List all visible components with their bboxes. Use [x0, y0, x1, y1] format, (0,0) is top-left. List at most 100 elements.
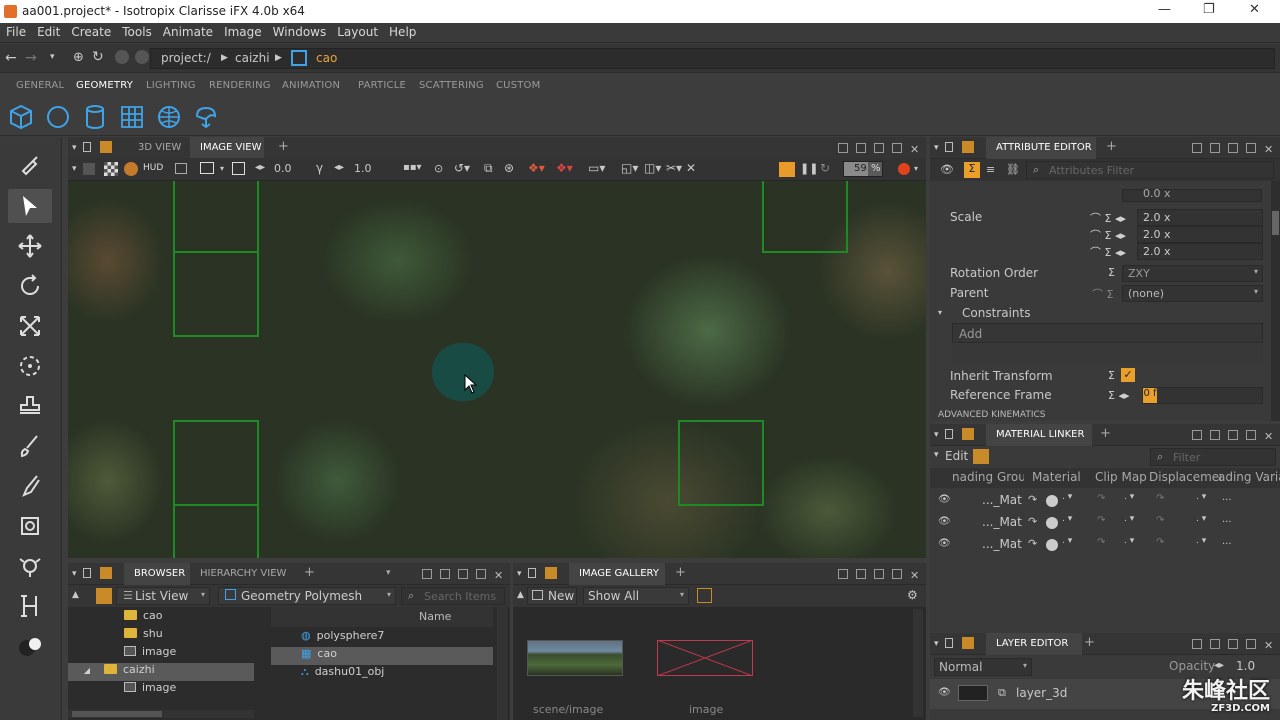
pivot-icon[interactable]	[15, 351, 45, 381]
attributes-filter-input[interactable]: ⌕ Attributes Filter	[1026, 161, 1274, 179]
play-render-icon[interactable]	[779, 162, 795, 177]
eye-icon[interactable]: 👁	[938, 516, 951, 527]
add-tab-icon[interactable]: +	[675, 565, 686, 580]
tab-dropdown-icon[interactable]: ▾	[386, 568, 391, 578]
tab-image-gallery[interactable]: IMAGE GALLERY	[579, 568, 659, 579]
col-displacement[interactable]: Displacemen	[1149, 470, 1221, 484]
gallery-menu-icon[interactable]: ▾	[517, 569, 522, 579]
tab-rendering[interactable]: RENDERING	[209, 80, 271, 91]
eye-icon[interactable]: 👁	[940, 163, 954, 176]
sphere-icon[interactable]	[45, 104, 71, 130]
material-ball-icon[interactable]	[1046, 517, 1058, 529]
tab-3d-view[interactable]: 3D VIEW	[138, 142, 181, 153]
layout-rows-icon[interactable]	[1210, 143, 1220, 153]
minimize-panel-icon[interactable]	[1246, 639, 1256, 649]
path-segment-cao[interactable]: cao	[316, 51, 337, 65]
link-arrow-icon[interactable]: ↷	[1156, 515, 1164, 526]
rgb-channels-icon[interactable]: ❖▾	[528, 161, 545, 175]
new-image-button[interactable]: New	[527, 587, 577, 605]
gallery-thumbnail-render[interactable]	[527, 640, 623, 676]
more-icon[interactable]: ...	[1222, 514, 1232, 525]
layout-grid-icon[interactable]	[422, 569, 432, 579]
link-arrow-icon[interactable]: ↷	[1156, 493, 1164, 504]
move-icon[interactable]	[15, 231, 45, 261]
edit-menu[interactable]: Edit	[945, 449, 968, 463]
pick-icon[interactable]	[15, 149, 45, 179]
restart-render-icon[interactable]: ↻	[820, 161, 830, 175]
menu-file[interactable]: File	[0, 23, 31, 39]
maximize-icon[interactable]: ❐	[1203, 2, 1215, 17]
link-arrow-icon[interactable]: ↷	[1028, 515, 1037, 528]
gallery-thumbnail-empty[interactable]	[657, 640, 753, 676]
blend-mode-select[interactable]: Normal ▾	[934, 658, 1032, 676]
menu-edit[interactable]: Edit	[31, 23, 65, 39]
close-panel-icon[interactable]: ✕	[1264, 640, 1274, 651]
scale-icon[interactable]	[15, 311, 45, 341]
scissors-icon[interactable]: ✕	[686, 161, 696, 175]
add-tab-icon[interactable]: +	[1106, 139, 1117, 154]
ml-row[interactable]: 👁 ..._Mat ↷ . ▾ ↷ . ▾ ↷ . ▾ ...	[930, 512, 1280, 534]
ml-lock-icon[interactable]	[945, 429, 953, 439]
ml-tool-icon[interactable]	[973, 449, 989, 464]
attr-menu-icon[interactable]: ▾	[934, 143, 939, 153]
menu-image[interactable]: Image	[218, 23, 267, 39]
anim-sigma-icon[interactable]: ⌒ Σ ◂▸	[1090, 227, 1126, 243]
advanced-kinematics-section[interactable]: ADVANCED KINEMATICS	[938, 410, 1046, 420]
back-icon[interactable]: ←	[5, 50, 17, 66]
chevron-down-icon[interactable]: . ▾	[1196, 536, 1206, 546]
tab-attribute-editor[interactable]: ATTRIBUTE EDITOR	[996, 142, 1092, 153]
menu-layout[interactable]: Layout	[331, 23, 383, 39]
link-arrow-icon[interactable]: ↷	[1028, 493, 1037, 506]
filter-list-icon[interactable]: ≡	[986, 163, 995, 176]
tree-hscrollbar[interactable]	[68, 710, 254, 718]
pause-render-icon[interactable]: ❚❚	[800, 162, 818, 175]
expand-arrow-icon[interactable]: ◢	[68, 666, 90, 675]
tab-image-view[interactable]: IMAGE VIEW	[200, 142, 261, 153]
up-arrow-icon[interactable]: ▲	[72, 590, 79, 600]
path-segment-project[interactable]: project:/	[161, 51, 211, 65]
exposure-stepper-icon[interactable]: ◂▸	[255, 162, 265, 173]
scale-x-field[interactable]: 2.0 x	[1137, 209, 1263, 226]
opacity-stepper-icon[interactable]: ◂▸	[1214, 660, 1224, 671]
viewer-lock-icon[interactable]	[83, 142, 91, 152]
compare-icon[interactable]: ⧉	[484, 161, 493, 176]
menu-help[interactable]: Help	[383, 23, 421, 39]
gear-icon[interactable]: ⚙	[907, 588, 918, 602]
alpha-channels-icon[interactable]: ❖▾	[556, 161, 573, 175]
items-scrollbar[interactable]	[497, 607, 507, 720]
tree-item[interactable]: ◢ caizhi	[68, 663, 254, 681]
camera-orbit-icon[interactable]	[15, 551, 45, 581]
link-parent-icon[interactable]: ⌒ Σ	[1092, 286, 1113, 302]
tab-lighting[interactable]: LIGHTING	[146, 80, 196, 91]
hud-toggle[interactable]: HUD	[143, 163, 163, 173]
path-segment-caizhi[interactable]: caizhi	[235, 51, 270, 65]
parent-select[interactable]: (none) ▾	[1122, 285, 1263, 302]
chevron-down-icon[interactable]: . ▾	[1124, 536, 1134, 546]
tab-geometry[interactable]: GEOMETRY	[76, 80, 133, 91]
layer-menu-icon[interactable]: ▾	[934, 639, 939, 649]
sync-view-icon[interactable]: ⊛	[504, 161, 514, 175]
stop-render-icon[interactable]	[83, 163, 95, 175]
close-panel-icon[interactable]: ✕	[1264, 144, 1274, 155]
scale-y-field[interactable]: 2.0 x	[1137, 226, 1263, 243]
menu-tools[interactable]: Tools	[116, 23, 157, 39]
layout-cols-icon[interactable]	[1228, 430, 1238, 440]
col-shading-group[interactable]: nading Grou	[952, 470, 1024, 484]
gallery-lock-icon[interactable]	[528, 568, 536, 578]
rotate-icon[interactable]	[15, 271, 45, 301]
lock-icon[interactable]	[115, 50, 129, 64]
record-icon[interactable]	[898, 163, 910, 175]
layer-lock-icon[interactable]	[945, 638, 953, 648]
checker-bg-icon[interactable]	[104, 162, 118, 176]
col-material[interactable]: Material	[1032, 470, 1081, 484]
refresh-icon[interactable]: ↻	[92, 49, 104, 65]
col-clip-map[interactable]: Clip Map	[1095, 470, 1147, 484]
sigma-toggle-icon[interactable]: Σ	[964, 162, 980, 178]
search-items-input[interactable]: ⌕ Search Items	[401, 587, 505, 605]
layout-grid-icon[interactable]	[838, 143, 848, 153]
tab-hierarchy-view[interactable]: HIERARCHY VIEW	[200, 568, 286, 579]
anim-sigma-icon[interactable]: ⌒ Σ ◂▸	[1090, 244, 1126, 260]
link-arrow-icon[interactable]: ↷	[1097, 493, 1105, 504]
cube-icon[interactable]	[8, 104, 34, 130]
chevron-down-icon[interactable]: . ▾	[1062, 514, 1072, 524]
